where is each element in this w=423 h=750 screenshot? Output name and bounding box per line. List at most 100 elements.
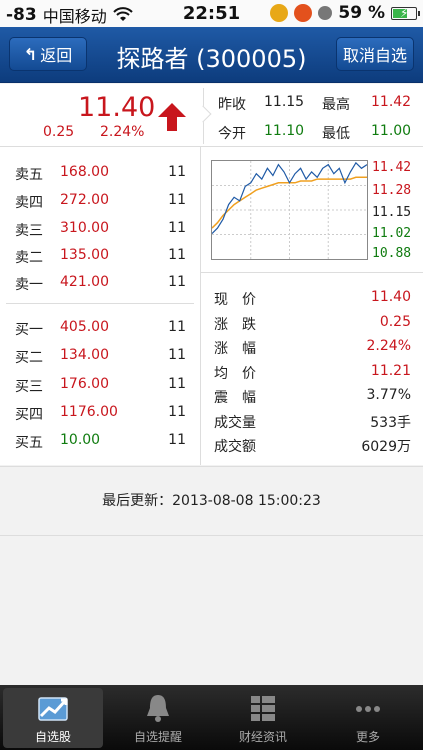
sell-row: 卖一 421.00 11	[0, 271, 200, 297]
buy-row: 买二 134.00 11	[0, 344, 200, 370]
stat-row: 涨 跌 0.25	[201, 312, 423, 336]
tab-more[interactable]: 更多	[318, 688, 418, 748]
order-label: 买二	[15, 350, 43, 366]
order-label: 买四	[15, 407, 43, 423]
tab-label: 财经资讯	[238, 730, 287, 744]
battery-percent: 59 %	[338, 3, 385, 23]
buy-row: 买一 405.00 11	[0, 316, 200, 342]
order-label: 卖四	[15, 195, 43, 211]
page-title: 探路者 (300005)	[116, 45, 307, 73]
order-label: 买三	[15, 379, 43, 395]
tab-bar: 自选股 自选提醒 财经资讯 更多	[0, 685, 423, 750]
intraday-chart[interactable]	[211, 160, 368, 260]
order-label: 买五	[15, 435, 43, 451]
sell-row: 卖三 310.00 11	[0, 217, 200, 243]
order-label: 卖三	[15, 223, 43, 239]
app-notification-icon	[270, 4, 289, 22]
order-price: 1176.00	[60, 404, 118, 420]
open-label: 今开	[218, 126, 246, 142]
order-price: 421.00	[60, 274, 109, 290]
sell-row: 卖二 135.00 11	[0, 244, 200, 270]
y-tick-label: 11.02	[372, 226, 412, 241]
stat-label: 震 幅	[214, 390, 256, 406]
stat-value: 533手	[370, 414, 411, 431]
order-volume: 11	[168, 319, 186, 335]
stat-value: 11.40	[370, 289, 411, 305]
quote-header: 11.40 0.25 2.24% 昨收 11.15 最高 11.42 今开 11…	[0, 84, 423, 147]
order-price: 272.00	[60, 192, 109, 208]
price-change: 0.25	[43, 124, 75, 140]
update-area: 最后更新：2013-08-08 15:00:23	[0, 466, 423, 536]
stat-row: 成交额 6029万	[201, 434, 423, 458]
stat-label: 涨 幅	[214, 341, 256, 357]
header-chevron	[194, 105, 212, 123]
back-button[interactable]: ↰ 返回	[9, 37, 87, 71]
tab-alerts[interactable]: 自选提醒	[108, 688, 208, 748]
high-value: 11.42	[371, 94, 412, 110]
order-price: 135.00	[60, 247, 109, 263]
sell-row: 卖五 168.00 11	[0, 161, 200, 187]
stat-label: 均 价	[214, 365, 256, 382]
prev-close-value: 11.15	[264, 94, 305, 110]
order-price: 405.00	[60, 319, 109, 335]
order-volume: 11	[168, 220, 186, 236]
order-label: 卖一	[15, 277, 43, 293]
stat-value: 2.24%	[366, 338, 411, 354]
stat-label: 涨 跌	[214, 316, 256, 333]
tab-label: 自选提醒	[133, 730, 182, 744]
high-label: 最高	[322, 97, 350, 113]
order-volume: 11	[168, 347, 186, 363]
news-list-icon	[251, 696, 275, 721]
tab-watchlist[interactable]: 自选股	[3, 688, 103, 748]
stat-label: 现 价	[214, 292, 256, 308]
open-value: 11.10	[264, 123, 305, 139]
order-price: 10.00	[60, 432, 101, 448]
stat-value: 0.25	[379, 313, 411, 330]
stat-label: 成交量	[214, 414, 256, 431]
order-book-divider	[6, 303, 194, 304]
stat-row: 震 幅 3.77%	[201, 385, 423, 409]
order-price: 176.00	[60, 376, 109, 392]
order-volume: 11	[168, 432, 186, 448]
chart-divider	[201, 272, 423, 273]
y-tick-label: 10.88	[372, 246, 412, 261]
last-update-text: 最后更新：2013-08-08 15:00:23	[102, 493, 321, 509]
current-price: 11.40	[78, 92, 156, 123]
more-dots-icon	[356, 706, 380, 712]
up-arrow-icon	[158, 103, 186, 131]
tab-label: 更多	[355, 730, 380, 744]
low-label: 最低	[322, 126, 350, 142]
stat-value: 6029万	[361, 439, 411, 455]
status-bar: -83 中国移动 22:51 59 % ⚡	[0, 0, 423, 27]
buy-row: 买五 10.00 11	[0, 429, 200, 455]
y-tick-label: 11.15	[372, 205, 412, 220]
tab-label: 自选股	[34, 730, 71, 744]
back-arrow-icon: ↰	[23, 44, 38, 64]
order-label: 买一	[15, 322, 43, 338]
sell-row: 卖四 272.00 11	[0, 189, 200, 215]
prev-close-label: 昨收	[218, 97, 246, 113]
clock-icon	[318, 6, 333, 20]
order-volume: 11	[168, 404, 186, 420]
y-tick-label: 11.42	[372, 160, 412, 175]
order-label: 卖五	[15, 167, 43, 183]
low-value: 11.00	[371, 123, 412, 139]
order-volume: 11	[168, 192, 186, 208]
quote-detail-panel: 11.42 11.28 11.15 11.02 10.88 现 价 11.40 涨 …	[201, 147, 423, 465]
portfolio-chart-icon	[38, 697, 68, 721]
stat-label: 成交额	[214, 439, 256, 455]
chat-notification-icon	[294, 4, 313, 22]
status-right: 59 % ⚡	[270, 3, 420, 23]
buy-row: 买三 176.00 11	[0, 373, 200, 399]
intraday-chart-svg	[212, 161, 367, 259]
order-label: 卖二	[15, 250, 43, 266]
order-price: 310.00	[60, 220, 109, 236]
order-price: 168.00	[60, 164, 109, 180]
nav-bar: ↰ 返回 探路者 (300005) 取消自选	[0, 27, 423, 83]
back-button-label: 返回	[40, 46, 73, 65]
remove-from-watchlist-button[interactable]: 取消自选	[336, 37, 414, 71]
y-tick-label: 11.28	[372, 183, 412, 198]
order-volume: 11	[168, 274, 186, 290]
tab-news[interactable]: 财经资讯	[213, 688, 313, 748]
stat-row: 涨 幅 2.24%	[201, 336, 423, 360]
